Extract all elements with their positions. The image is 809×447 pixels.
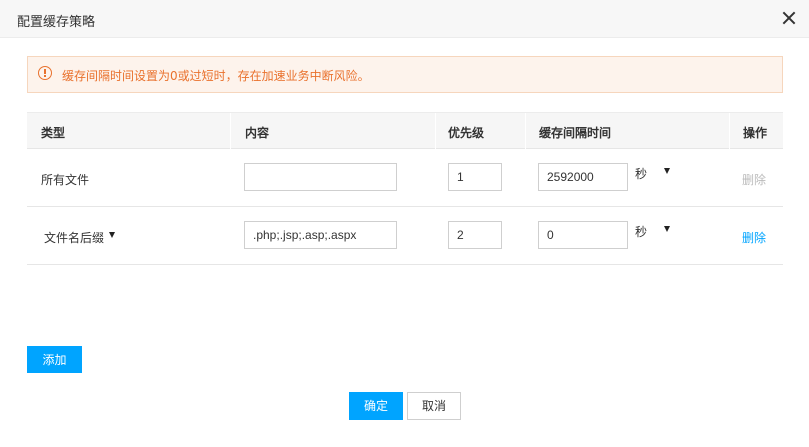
delete-button-disabled: 删除 <box>742 173 767 187</box>
delete-button[interactable]: 删除 <box>742 229 766 246</box>
table-row: 文件名后缀 秒 删除 <box>27 207 783 265</box>
cancel-button[interactable]: 取消 <box>407 392 461 420</box>
unit-select[interactable]: 秒 <box>635 165 647 182</box>
header-type: 类型 <box>41 126 66 140</box>
priority-input[interactable] <box>448 163 502 191</box>
chevron-down-icon[interactable] <box>109 232 115 238</box>
confirm-button[interactable]: 确定 <box>349 392 403 420</box>
chevron-down-icon[interactable] <box>664 168 670 174</box>
add-rule-button[interactable]: 添加 <box>27 346 82 373</box>
content-input[interactable] <box>244 221 397 249</box>
table-header: 类型 内容 优先级 缓存间隔时间 操作 <box>27 112 783 149</box>
header-divider <box>230 113 231 149</box>
priority-input[interactable] <box>448 221 502 249</box>
interval-input[interactable] <box>538 221 628 249</box>
type-select[interactable]: 文件名后缀 <box>44 229 104 246</box>
table-row: 所有文件 秒 删除 <box>27 149 783 207</box>
header-divider <box>729 113 730 149</box>
chevron-down-icon[interactable] <box>664 226 670 232</box>
type-label: 所有文件 <box>41 173 90 187</box>
header-interval: 缓存间隔时间 <box>539 126 612 140</box>
header-priority: 优先级 <box>448 126 485 140</box>
header-action: 操作 <box>743 126 768 140</box>
header-divider <box>435 113 436 149</box>
warning-text: 缓存间隔时间设置为0或过短时，存在加速业务中断风险。 <box>62 69 370 83</box>
unit-select[interactable]: 秒 <box>635 223 647 240</box>
interval-input[interactable] <box>538 163 628 191</box>
close-icon[interactable] <box>780 9 798 27</box>
dialog-header: 配置缓存策略 <box>0 0 809 38</box>
header-divider <box>525 113 526 149</box>
warning-alert: 缓存间隔时间设置为0或过短时，存在加速业务中断风险。 <box>27 56 783 93</box>
dialog-title: 配置缓存策略 <box>17 15 96 30</box>
warning-icon <box>38 66 52 80</box>
content-input[interactable] <box>244 163 397 191</box>
cache-policy-dialog: 配置缓存策略 缓存间隔时间设置为0或过短时，存在加速业务中断风险。 类型 内容 … <box>0 0 809 447</box>
header-content: 内容 <box>245 126 270 140</box>
